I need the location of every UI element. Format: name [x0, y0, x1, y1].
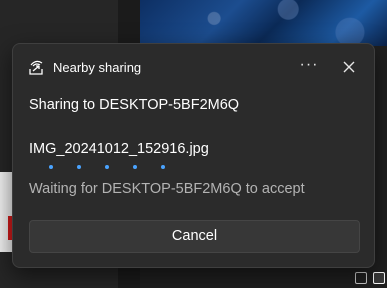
progress-dot [105, 165, 109, 169]
nearby-share-icon [29, 60, 43, 75]
progress-dot [49, 165, 53, 169]
background-photo [140, 0, 387, 46]
status-text: Waiting for DESKTOP-5BF2M6Q to accept [29, 181, 305, 197]
dialog-title: Nearby sharing [53, 60, 142, 75]
close-icon[interactable] [335, 53, 363, 81]
indeterminate-progress [49, 165, 169, 171]
desktop-background: Nearby sharing ··· Sharing to DESKTOP-5B… [0, 0, 387, 288]
tray-window-icon-selected[interactable] [373, 272, 385, 284]
progress-dot [133, 165, 137, 169]
dialog-titlebar: Nearby sharing ··· [13, 44, 374, 90]
file-name: IMG_20241012_152916.jpg [29, 141, 209, 157]
cancel-button[interactable]: Cancel [29, 220, 360, 253]
taskbar-tray [355, 272, 385, 284]
sharing-target-text: Sharing to DESKTOP-5BF2M6Q [29, 97, 240, 113]
nearby-sharing-dialog: Nearby sharing ··· Sharing to DESKTOP-5B… [12, 43, 375, 268]
more-options-button[interactable]: ··· [293, 53, 325, 81]
tray-window-icon[interactable] [355, 272, 367, 284]
progress-dot [77, 165, 81, 169]
progress-dot [161, 165, 165, 169]
